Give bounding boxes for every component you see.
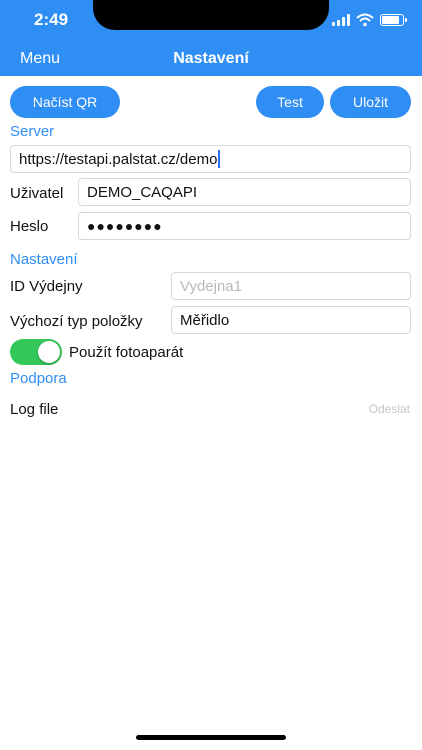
password-label: Heslo <box>10 218 49 235</box>
server-url-value: https://testapi.palstat.cz/demo <box>19 150 218 168</box>
text-cursor <box>218 150 221 168</box>
default-type-label: Výchozí typ položky <box>10 313 143 330</box>
toggle-knob <box>38 341 60 363</box>
password-value: ●●●●●●●● <box>87 218 163 234</box>
server-url-input[interactable]: https://testapi.palstat.cz/demo <box>10 145 411 173</box>
status-bar: 2:49 <box>0 0 422 44</box>
user-input[interactable]: DEMO_CAQAPI <box>78 178 411 206</box>
use-camera-toggle[interactable] <box>10 339 62 365</box>
test-button[interactable]: Test <box>256 86 324 118</box>
support-section-title: Podpora <box>10 370 67 387</box>
load-qr-button[interactable]: Načíst QR <box>10 86 120 118</box>
dispensary-id-placeholder: Vydejna1 <box>180 277 242 295</box>
user-value: DEMO_CAQAPI <box>87 183 198 201</box>
server-section-title: Server <box>10 123 55 140</box>
status-time: 2:49 <box>34 10 69 29</box>
dispensary-id-label: ID Výdejny <box>10 278 83 295</box>
settings-section-title: Nastavení <box>10 251 78 268</box>
default-type-input[interactable]: Měřidlo <box>171 306 411 334</box>
wifi-icon <box>356 13 374 27</box>
status-icons <box>332 13 407 27</box>
navigation-bar: Menu Nastavení <box>0 44 422 76</box>
device-notch <box>93 0 329 30</box>
user-label: Uživatel <box>10 185 64 202</box>
page-title: Nastavení <box>173 50 249 67</box>
signal-icon <box>332 14 350 26</box>
password-input[interactable]: ●●●●●●●● <box>78 212 411 240</box>
default-type-value: Měřidlo <box>180 311 230 329</box>
use-camera-label: Použít fotoaparát <box>69 344 184 361</box>
battery-icon <box>380 14 407 26</box>
save-button[interactable]: Uložit <box>330 86 411 118</box>
home-indicator <box>136 735 286 740</box>
dispensary-id-input[interactable]: Vydejna1 <box>171 272 411 300</box>
send-log-button[interactable]: Odeslat <box>369 402 410 416</box>
log-file-label: Log file <box>10 401 59 418</box>
